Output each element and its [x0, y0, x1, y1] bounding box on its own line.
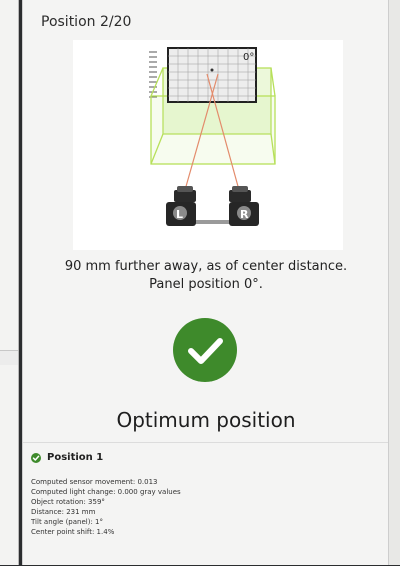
detail-line: Tilt angle (panel): 1°: [31, 518, 103, 526]
caption-line-2: Panel position 0°.: [149, 277, 263, 292]
left-pane-divider: [0, 350, 18, 365]
detail-line: Computed sensor movement: 0.013: [31, 478, 158, 486]
left-camera-label: L: [176, 208, 183, 221]
position-instructions: 90 mm further away, as of center distanc…: [23, 258, 389, 294]
caption-line-1: 90 mm further away, as of center distanc…: [64, 259, 348, 274]
check-icon: [173, 318, 237, 382]
left-pane: [0, 0, 19, 565]
scrollbar[interactable]: [388, 0, 400, 565]
panel-angle-label: 0°: [243, 52, 254, 63]
detail-line: Computed light change: 0.000 gray values: [31, 488, 181, 496]
summary-header: Position 1: [31, 452, 103, 463]
detail-line: Object rotation: 359°: [31, 498, 105, 506]
position-counter: Position 2/20: [41, 14, 132, 30]
detail-line: Center point shift: 1.4%: [31, 528, 115, 536]
summary-details: Computed sensor movement: 0.013 Computed…: [31, 477, 181, 537]
check-icon: [31, 452, 41, 463]
calibration-panel: Position 2/20 0° L R 90 mm further away,…: [22, 0, 389, 565]
summary-title: Position 1: [47, 452, 104, 463]
position-summary: Position 1 Computed sensor movement: 0.0…: [23, 442, 389, 566]
camera-setup-visualization: 0° L R: [73, 40, 343, 250]
setup-diagram: 0° L R: [149, 47, 276, 226]
detail-line: Distance: 231 mm: [31, 508, 96, 516]
right-camera-label: R: [240, 208, 249, 221]
status-text: Optimum position: [116, 408, 296, 432]
